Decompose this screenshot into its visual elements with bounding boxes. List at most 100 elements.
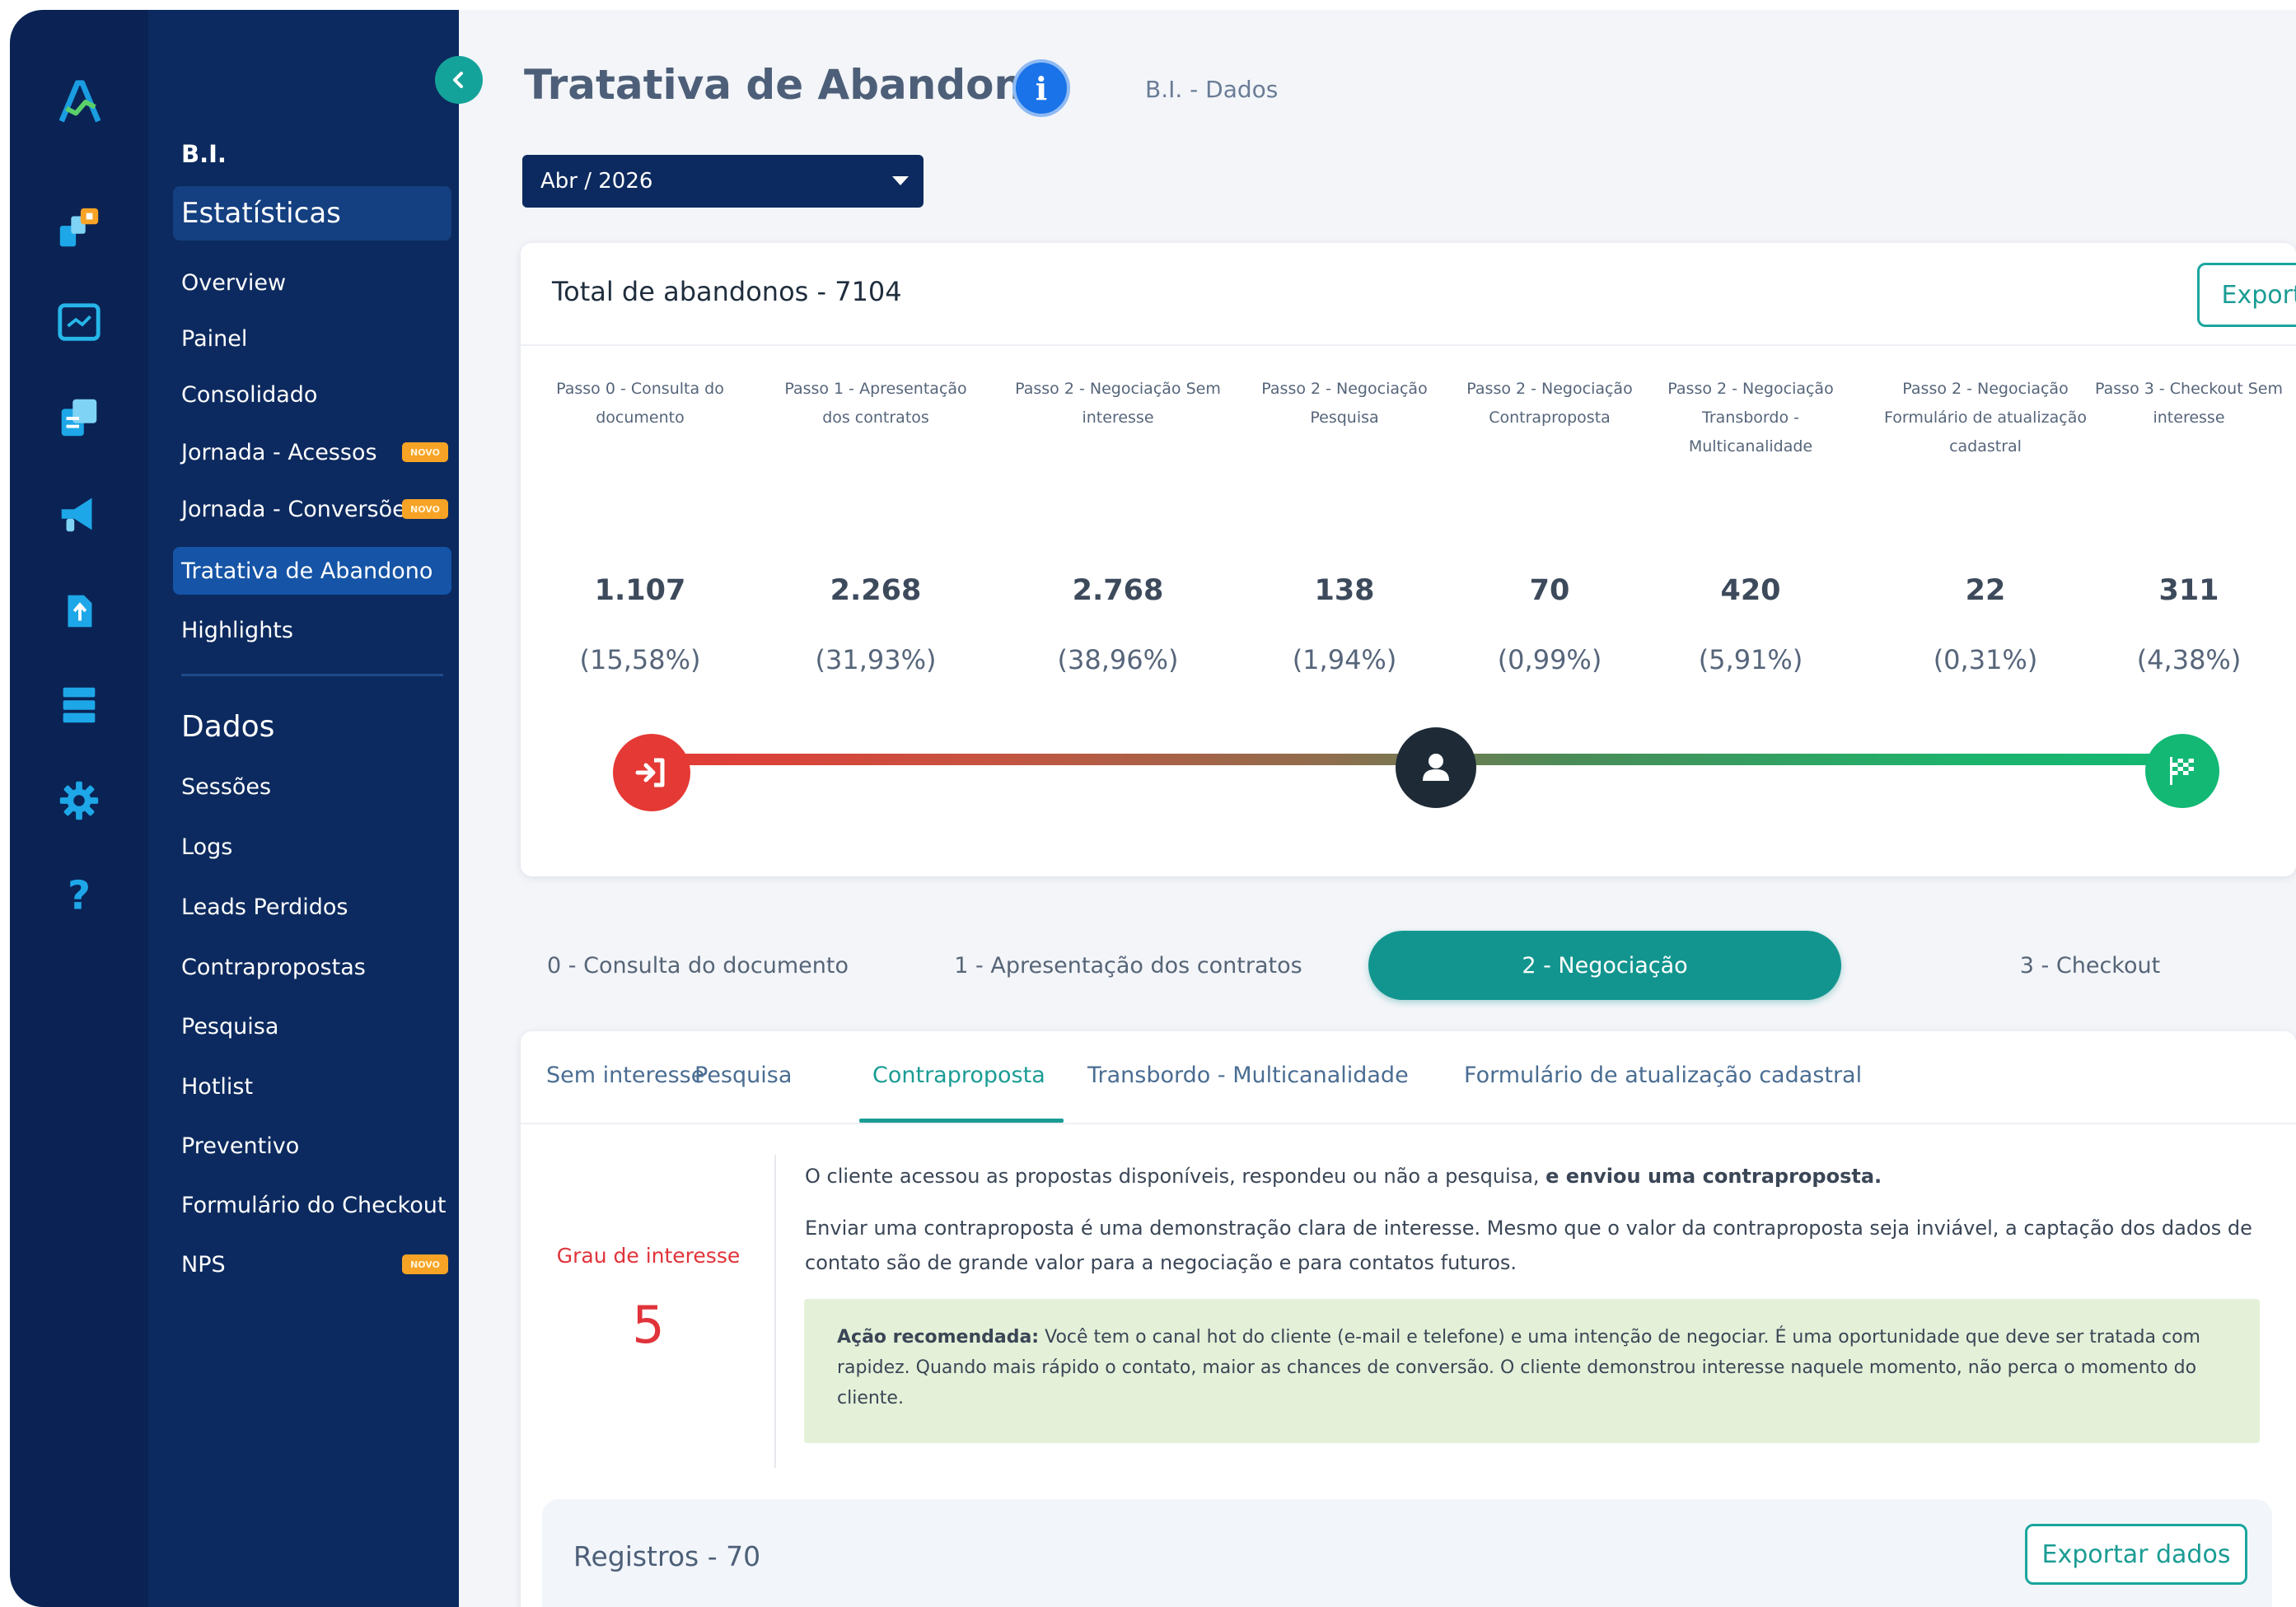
subtab-contraproposta[interactable]: Contraproposta [872, 1063, 1045, 1088]
step-percentage: (31,93%) [815, 644, 937, 675]
tab-step-3[interactable]: 3 - Checkout [1983, 931, 2197, 1000]
period-select-value: Abr / 2026 [540, 169, 653, 194]
breadcrumb[interactable]: B.I. - Dados [1145, 76, 1278, 103]
description-body: Enviar uma contraproposta é uma demonstr… [805, 1217, 2252, 1274]
step-percentage: (4,38%) [2136, 644, 2242, 675]
gear-icon[interactable] [51, 773, 107, 829]
total-abandonments-title: Total de abandonos - 7104 [552, 276, 902, 307]
subtab-formulario[interactable]: Formulário de atualização cadastral [1464, 1063, 1862, 1088]
sidebar-item-label: Pesquisa [181, 1013, 279, 1039]
sidebar-item-sessoes[interactable]: Sessões [173, 763, 451, 811]
sidebar-item-contrapropostas[interactable]: Contrapropostas [173, 943, 451, 991]
step-heading: Passo 2 - Negociação Sem interesse [1015, 380, 1221, 427]
step-count: 2.768 [1072, 574, 1164, 607]
sidebar-item-label: Preventivo [181, 1133, 300, 1159]
sidebar-item-label: Overview [181, 269, 287, 296]
sidebar-item-nps[interactable]: NPS NOVO [173, 1240, 451, 1288]
interest-level-label: Grau de interesse [556, 1244, 741, 1268]
description-intro-text: O cliente acessou as propostas disponíve… [805, 1165, 1546, 1188]
sidebar-item-estatisticas[interactable]: Estatísticas [173, 186, 451, 241]
sidebar-item-hotlist[interactable]: Hotlist [173, 1063, 451, 1110]
chevron-left-icon [453, 72, 463, 88]
sidebar-item-label: Contrapropostas [181, 954, 366, 980]
step-percentage: (0,99%) [1497, 644, 1602, 675]
new-badge: NOVO [402, 499, 448, 519]
main-content: Tratativa de Abandono i B.I. - Dados Abr… [459, 10, 2296, 1607]
new-badge: NOVO [402, 442, 448, 462]
subtab-transbordo[interactable]: Transbordo - Multicanalidade [1087, 1063, 1409, 1088]
abandonment-summary-card: Total de abandonos - 7104 Exportar dados… [521, 243, 2296, 876]
sidebar-item-logs[interactable]: Logs [173, 823, 451, 871]
sidebar-item-formulario-do-checkout[interactable]: Formulário do Checkout [173, 1181, 451, 1229]
sidebar-item-label: Jornada - Conversões [181, 496, 418, 522]
step-count: 70 [1529, 574, 1570, 607]
sidebar-item-label: Highlights [181, 617, 293, 643]
recommended-action-label: Ação recomendada: [837, 1327, 1040, 1348]
subtab-sem-interesse[interactable]: Sem interesse [546, 1063, 704, 1088]
sidebar-menu: B.I. Estatísticas Overview Painel Consol… [148, 10, 459, 1607]
step-heading: Passo 2 - Negociação Pesquisa [1261, 380, 1428, 427]
info-icon[interactable]: i [1012, 59, 1070, 117]
records-panel: Registros - 70 Exportar dados [542, 1499, 2272, 1607]
step-detail-card: Sem interesse Pesquisa Contraproposta Tr… [521, 1031, 2296, 1607]
period-select[interactable]: Abr / 2026 [522, 155, 924, 208]
export-data-button[interactable]: Exportar dados [2197, 263, 2296, 327]
sidebar-item-pesquisa[interactable]: Pesquisa [173, 1002, 451, 1050]
upload-file-icon[interactable] [51, 582, 107, 638]
database-icon[interactable] [51, 677, 107, 733]
sidebar-item-label: Logs [181, 834, 233, 860]
sidebar-item-label: Formulário do Checkout [181, 1192, 447, 1218]
step-count: 138 [1314, 574, 1375, 607]
step-count: 1.107 [594, 574, 686, 607]
user-icon [1396, 727, 1476, 808]
sidebar-item-label: Painel [181, 325, 248, 352]
subtab-pesquisa[interactable]: Pesquisa [694, 1063, 792, 1088]
collapse-sidebar-button[interactable] [435, 56, 483, 104]
svg-text:?: ? [68, 872, 91, 918]
description-intro-highlight: e enviou uma contraproposta. [1545, 1165, 1882, 1188]
sidebar-item-consolidado[interactable]: Consolidado [173, 371, 451, 418]
step-percentage: (38,96%) [1057, 644, 1179, 675]
card-divider [521, 344, 2296, 346]
recommended-action-text: Você tem o canal hot do cliente (e-mail … [837, 1327, 2200, 1408]
sidebar-item-label: Hotlist [181, 1073, 254, 1100]
sidebar-item-highlights[interactable]: Highlights [173, 606, 451, 654]
sidebar-item-jornada-conversoes[interactable]: Jornada - Conversões NOVO [173, 485, 451, 533]
tab-step-0[interactable]: 0 - Consulta do documento [537, 931, 858, 1000]
app-logo[interactable] [51, 74, 107, 130]
step-percentage: (1,94%) [1292, 644, 1397, 675]
step-count: 2.268 [830, 574, 922, 607]
finish-flag-icon [2145, 734, 2219, 808]
step-count: 420 [1720, 574, 1781, 607]
sidebar-item-overview[interactable]: Overview [173, 259, 451, 306]
step-heading: Passo 2 - Negociação Transbordo - Multic… [1667, 380, 1834, 455]
documents-icon[interactable] [51, 390, 107, 446]
app-frame: ? B.I. Estatísticas Overview Painel Cons… [10, 10, 2296, 1607]
new-badge: NOVO [402, 1254, 448, 1274]
step-percentage: (15,58%) [579, 644, 701, 675]
sidebar-item-label: Leads Perdidos [181, 894, 348, 920]
sidebar-item-jornada-acessos[interactable]: Jornada - Acessos NOVO [173, 428, 451, 476]
dashboard-icon[interactable] [51, 295, 107, 351]
megaphone-icon[interactable] [51, 486, 107, 542]
chart-cubes-icon[interactable] [51, 201, 107, 257]
tab-step-2[interactable]: 2 - Negociação [1368, 931, 1841, 1000]
export-records-button[interactable]: Exportar dados [2025, 1524, 2247, 1585]
sidebar-item-leads-perdidos[interactable]: Leads Perdidos [173, 883, 451, 931]
menu-divider [181, 674, 443, 676]
page-title: Tratativa de Abandono [524, 61, 1052, 109]
sidebar-item-label: Tratativa de Abandono [181, 558, 433, 584]
sidebar-item-label: Consolidado [181, 381, 318, 408]
recommended-action-box: Ação recomendada: Você tem o canal hot d… [804, 1299, 2260, 1443]
sidebar-item-painel[interactable]: Painel [173, 315, 451, 362]
interest-level-value: 5 [632, 1295, 665, 1355]
step-percentage: (0,31%) [1933, 644, 2038, 675]
tab-step-1[interactable]: 1 - Apresentação dos contratos [945, 931, 1312, 1000]
sign-in-icon [613, 734, 690, 811]
section-bi: B.I. [181, 140, 227, 168]
sidebar-item-tratativa-de-abandono[interactable]: Tratativa de Abandono [173, 547, 451, 595]
help-icon[interactable]: ? [51, 867, 107, 923]
sidebar-item-preventivo[interactable]: Preventivo [173, 1122, 451, 1170]
sidebar-item-label: NPS [181, 1251, 226, 1278]
step-count: 311 [2158, 574, 2219, 607]
